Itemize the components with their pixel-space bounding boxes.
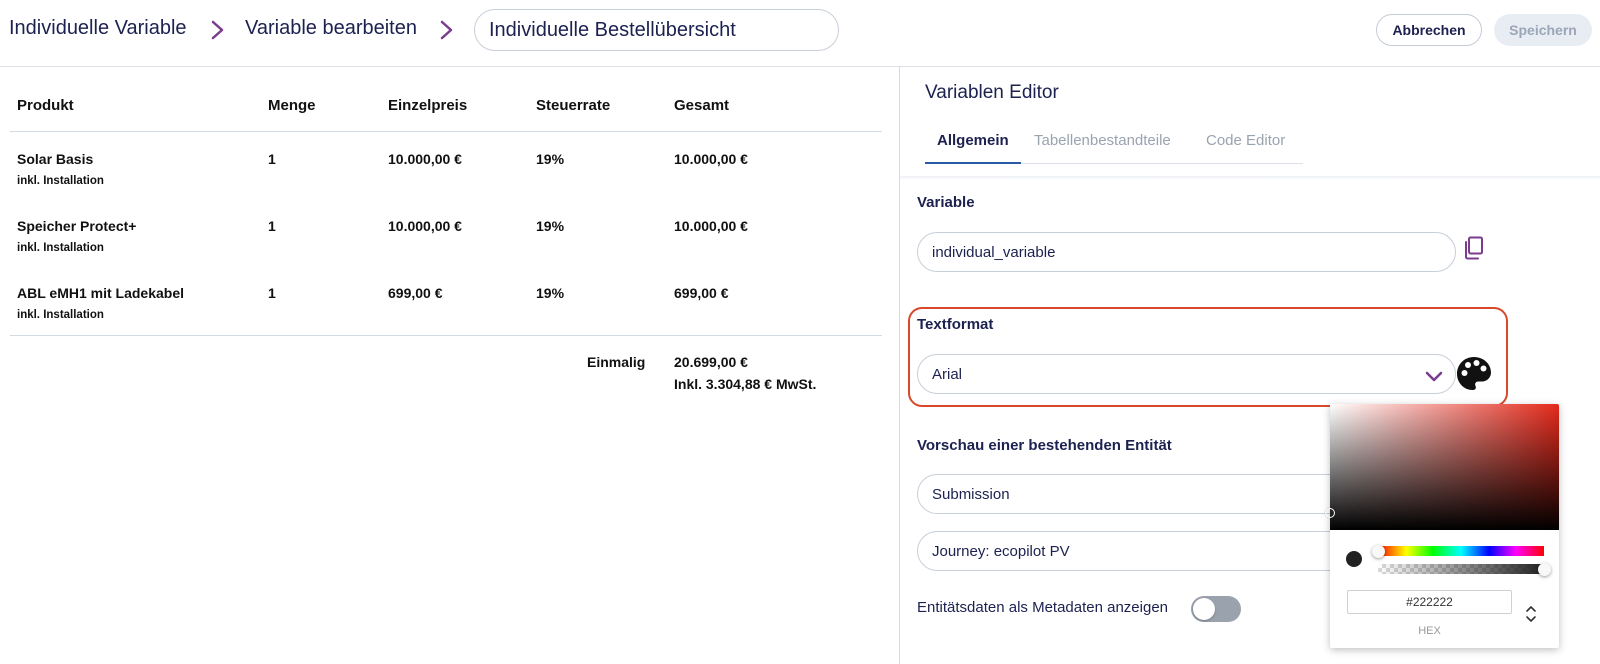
save-button[interactable]: Speichern [1494,14,1592,46]
product-note: inkl. Installation [17,175,104,187]
quantity: 1 [268,285,276,301]
order-table: Produkt Menge Einzelpreis Steuerrate Ges… [0,67,900,664]
hex-input[interactable] [1347,590,1512,614]
column-header-product: Produkt [17,97,74,114]
panel-shadow [900,176,1600,180]
tab-code-editor[interactable]: Code Editor [1206,132,1285,149]
summary-vat: Inkl. 3.304,88 € MwSt. [674,376,817,392]
metadata-toggle[interactable] [1191,596,1241,622]
cancel-button[interactable]: Abbrechen [1376,14,1482,46]
preview-entity-label: Vorschau einer bestehenden Entität [917,437,1172,454]
up-down-arrows-icon[interactable] [1524,602,1538,626]
variable-name-value: individual_variable [932,243,1056,261]
quantity: 1 [268,218,276,234]
active-tab-indicator [925,162,1021,164]
row-total: 10.000,00 € [674,218,748,234]
hue-slider-handle[interactable] [1372,545,1385,558]
tab-general[interactable]: Allgemein [937,132,1009,149]
copy-icon[interactable] [1463,236,1485,260]
column-header-total: Gesamt [674,97,730,114]
tax-rate: 19% [536,151,565,167]
product-note: inkl. Installation [17,242,104,254]
tax-rate: 19% [536,285,565,301]
column-header-unit-price: Einzelpreis [388,97,468,114]
unit-price: 10.000,00 € [388,151,462,167]
chevron-right-icon [211,20,224,40]
tax-rate: 19% [536,218,565,234]
hex-mode-label: HEX [1418,625,1441,637]
entity-value: Journey: ecopilot PV [932,542,1070,560]
variable-title-input[interactable] [474,9,839,51]
summary-label: Einmalig [587,354,646,370]
editor-title: Variablen Editor [925,82,1059,103]
summary-total: 20.699,00 € [674,354,748,370]
variable-name-field[interactable]: individual_variable [917,232,1456,272]
entity-type-value: Submission [932,485,1010,503]
column-header-tax-rate: Steuerrate [536,97,611,114]
column-header-quantity: Menge [268,97,316,114]
font-select[interactable]: Arial [917,354,1456,394]
variable-label: Variable [917,194,975,211]
panel-divider [899,67,900,664]
textformat-label: Textformat [917,316,994,333]
font-select-value: Arial [932,365,963,383]
tab-table-components[interactable]: Tabellenbestandteile [1034,132,1171,149]
header-divider [10,131,882,132]
breadcrumb-individual-variable[interactable]: Individuelle Variable [9,17,187,40]
unit-price: 10.000,00 € [388,218,462,234]
unit-price: 699,00 € [388,285,443,301]
alpha-slider-handle[interactable] [1538,563,1551,576]
metadata-toggle-label: Entitätsdaten als Metadaten anzeigen [917,599,1169,616]
alpha-slider[interactable] [1378,564,1544,574]
breadcrumb-edit-variable[interactable]: Variable bearbeiten [245,17,417,40]
color-preview-swatch [1346,551,1362,567]
color-picker: HEX [1325,404,1559,648]
saturation-cursor[interactable] [1325,508,1335,518]
product-name: Speicher Protect+ [17,218,137,234]
product-note: inkl. Installation [17,309,104,321]
toggle-knob [1193,598,1215,620]
row-total: 699,00 € [674,285,729,301]
saturation-area[interactable] [1325,404,1559,530]
row-total: 10.000,00 € [674,151,748,167]
product-name: ABL eMH1 mit Ladekabel [17,285,185,301]
chevron-down-icon[interactable] [1425,371,1443,383]
hue-slider[interactable] [1378,546,1544,556]
summary-divider [10,335,882,336]
quantity: 1 [268,151,276,167]
top-bar: Individuelle Variable Variable bearbeite… [0,0,1600,67]
product-name: Solar Basis [17,151,94,167]
chevron-right-icon [440,20,453,40]
palette-icon[interactable] [1455,355,1493,393]
